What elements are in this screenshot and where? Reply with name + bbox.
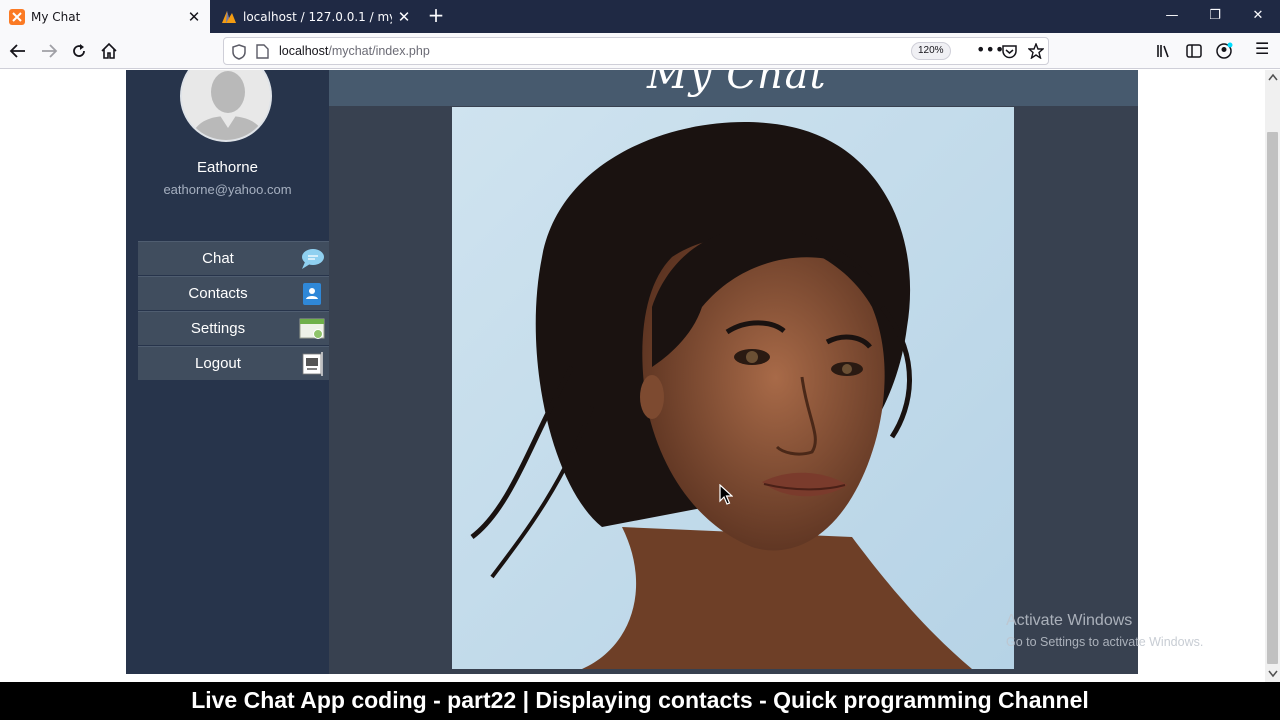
sidebar-item-contacts[interactable]: Contacts [138, 276, 329, 311]
minimize-icon[interactable]: — [1150, 0, 1194, 33]
tab-my-chat[interactable]: My Chat ✕ [0, 0, 210, 33]
tracking-shield-icon[interactable] [232, 44, 246, 60]
home-icon[interactable] [96, 38, 122, 64]
phpmyadmin-favicon-icon [222, 10, 236, 23]
sidebar-item-label: Contacts [188, 285, 248, 302]
video-caption: Live Chat App coding - part22 | Displayi… [0, 682, 1280, 720]
chat-app-wrapper: Eathorne eathorne@yahoo.com Chat Contact… [126, 70, 1138, 674]
url-text: localhost/mychat/index.php [279, 44, 430, 58]
page-viewport: Eathorne eathorne@yahoo.com Chat Contact… [0, 70, 1265, 682]
portrait-photo-image [452, 107, 1014, 669]
xampp-favicon-icon [9, 8, 25, 25]
logout-door-icon [302, 352, 323, 376]
zoom-level-badge[interactable]: 120% [911, 42, 951, 60]
contact-photo [452, 107, 1014, 669]
bookmark-star-icon[interactable] [1028, 43, 1044, 59]
sidebar-menu: Chat Contacts Settings Logout [138, 241, 329, 381]
tab-title: localhost / 127.0.0.1 / mychat_ [243, 9, 392, 24]
close-tab-icon[interactable]: ✕ [182, 8, 206, 26]
page-actions-icon[interactable]: ••• [976, 40, 1004, 59]
activate-windows-title: Activate Windows [1006, 612, 1133, 629]
sidebar-item-logout[interactable]: Logout [138, 346, 329, 381]
library-icon[interactable] [1156, 43, 1172, 59]
user-email: eathorne@yahoo.com [163, 182, 292, 197]
page-info-icon[interactable] [256, 44, 269, 59]
address-bar[interactable]: localhost/mychat/index.php 120% ••• [223, 37, 1049, 65]
hamburger-menu-icon[interactable]: ☰ [1255, 39, 1269, 58]
default-user-icon [182, 70, 270, 140]
sidebar-item-settings[interactable]: Settings [138, 311, 329, 346]
scroll-down-arrow-icon[interactable] [1268, 670, 1278, 678]
chat-bubble-icon [302, 249, 324, 269]
app-header: My Chat [329, 70, 1138, 106]
url-host: localhost [279, 44, 329, 58]
left-sidebar: Eathorne eathorne@yahoo.com Chat Contact… [126, 70, 329, 674]
account-icon[interactable] [1215, 42, 1233, 60]
pocket-icon[interactable] [1002, 44, 1017, 59]
scrollbar-thumb[interactable] [1267, 132, 1278, 664]
url-path: /mychat/index.php [328, 44, 430, 58]
app-logo: My Chat [647, 70, 827, 98]
restore-icon[interactable]: ❐ [1193, 0, 1237, 33]
reload-icon[interactable] [66, 38, 92, 64]
navigation-toolbar: localhost/mychat/index.php 120% ••• ☰ [0, 33, 1280, 69]
activate-windows-subtitle: Go to Settings to activate Windows. [1006, 635, 1204, 649]
tab-title: My Chat [31, 9, 81, 24]
scroll-up-arrow-icon[interactable] [1268, 73, 1278, 81]
sidebar-item-label: Chat [202, 250, 234, 267]
user-name: Eathorne [197, 159, 258, 176]
sidebar-item-chat[interactable]: Chat [138, 241, 329, 276]
forward-icon[interactable] [36, 38, 62, 64]
back-icon[interactable] [5, 38, 31, 64]
sidebar-item-label: Settings [190, 320, 246, 337]
close-window-icon[interactable]: ✕ [1236, 0, 1280, 33]
tab-strip: My Chat ✕ localhost / 127.0.0.1 / mychat… [0, 0, 1280, 33]
sidebar-item-label: Logout [195, 355, 241, 372]
contacts-card-icon [303, 283, 321, 305]
sidebar-toggle-icon[interactable] [1186, 43, 1202, 59]
user-avatar [180, 70, 272, 142]
tab-phpmyadmin[interactable]: localhost / 127.0.0.1 / mychat_ ✕ [212, 0, 420, 33]
mouse-cursor-icon [719, 484, 733, 505]
new-tab-button[interactable]: + [424, 4, 448, 28]
close-tab-icon[interactable]: ✕ [392, 8, 416, 26]
settings-window-icon [299, 318, 325, 339]
